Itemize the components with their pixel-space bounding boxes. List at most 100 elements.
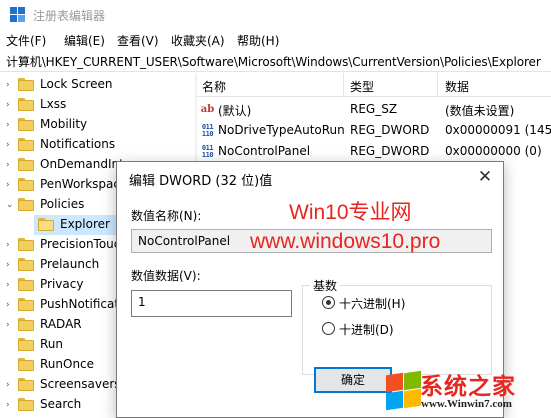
chevron-right-icon[interactable]: › — [6, 79, 16, 91]
value-data-label: 数值数据(V): — [131, 269, 201, 283]
string-value-icon: ab — [200, 104, 215, 115]
chevron-right-icon[interactable]: › — [6, 379, 16, 391]
radio-hex[interactable] — [322, 296, 335, 309]
dword-value-icon: 011 110 — [201, 144, 214, 159]
menu-help[interactable]: 帮助(H) — [237, 32, 279, 49]
folder-icon — [18, 318, 34, 331]
value-row[interactable]: 011 110 NoDriveTypeAutoRun REG_DWORD 0x00000… — [197, 120, 551, 141]
folder-icon — [18, 118, 34, 131]
registry-editor-icon — [10, 7, 26, 23]
tree-item-label: PrecisionTouc — [40, 237, 121, 251]
folder-icon — [18, 398, 34, 411]
folder-icon — [18, 98, 34, 111]
chevron-right-icon[interactable]: › — [6, 239, 16, 251]
value-data-input[interactable]: 1 — [131, 290, 292, 317]
folder-icon — [18, 258, 34, 271]
value-data: 0x00000000 (0) — [445, 144, 542, 158]
tree-item[interactable]: › Lock Screen — [0, 75, 195, 95]
watermark-logo-text: 系统之家 — [420, 374, 516, 400]
folder-icon — [18, 198, 34, 211]
value-data: 0x00000091 (145) — [445, 123, 551, 137]
tree-item-label: Notifications — [40, 137, 116, 151]
folder-icon — [18, 338, 34, 351]
value-type: REG_SZ — [350, 102, 398, 116]
folder-icon — [18, 178, 34, 191]
value-type: REG_DWORD — [350, 123, 430, 137]
radio-hex-label[interactable]: 十六进制(H) — [339, 295, 405, 312]
tree-item-label: PenWorkspac — [40, 177, 121, 191]
tree-item[interactable]: › Notifications — [0, 135, 195, 155]
column-name[interactable]: 名称 — [202, 78, 226, 95]
value-name-label: 数值名称(N): — [131, 209, 202, 223]
address-bar[interactable]: 计算机\HKEY_CURRENT_USER\Software\Microsoft… — [0, 50, 551, 72]
address-path[interactable]: 计算机\HKEY_CURRENT_USER\Software\Microsoft… — [6, 53, 541, 70]
column-divider[interactable] — [343, 73, 344, 97]
watermark-logo: 系统之家 www.Winwin7.com — [384, 366, 551, 418]
column-divider[interactable] — [437, 73, 438, 97]
tree-item-label: RADAR — [40, 317, 82, 331]
folder-icon — [18, 238, 34, 251]
tree-item-label: Privacy — [40, 277, 84, 291]
folder-icon — [18, 158, 34, 171]
tree-item-label: Explorer — [60, 217, 110, 231]
folder-icon — [18, 378, 34, 391]
chevron-right-icon[interactable]: › — [6, 319, 16, 331]
watermark-text: Win10专业网 — [289, 201, 412, 224]
window-title: 注册表编辑器 — [33, 9, 106, 23]
value-row[interactable]: ab (默认) REG_SZ (数值未设置) — [197, 99, 551, 120]
menu-favorites[interactable]: 收藏夹(A) — [171, 32, 225, 49]
tree-item-label: Mobility — [40, 117, 88, 131]
windows-logo-icon — [384, 370, 424, 411]
close-icon[interactable]: ✕ — [472, 165, 498, 189]
tree-item-label: PushNotificati — [40, 297, 123, 311]
folder-icon — [18, 358, 34, 371]
tree-item-label: Lxss — [40, 97, 67, 111]
tree-item[interactable]: › Lxss — [0, 95, 195, 115]
radio-dec[interactable] — [322, 322, 335, 335]
tree-item-label: Run — [40, 337, 64, 351]
dialog-title: 编辑 DWORD (32 位)值 — [129, 174, 273, 189]
chevron-right-icon[interactable]: › — [6, 179, 16, 191]
folder-icon — [18, 298, 34, 311]
watermark-url: www.windows10.pro — [250, 230, 441, 253]
value-name: NoDriveTypeAutoRun — [218, 123, 345, 137]
tree-item-label: Search — [40, 397, 82, 411]
folder-icon — [18, 138, 34, 151]
watermark-logo-url: www.Winwin7.com — [421, 398, 512, 410]
chevron-right-icon[interactable]: › — [6, 399, 16, 411]
chevron-right-icon[interactable]: › — [6, 159, 16, 171]
menu-file[interactable]: 文件(F) — [6, 32, 46, 49]
chevron-right-icon[interactable]: › — [6, 99, 16, 111]
menu-bar: 文件(F) 编辑(E) 查看(V) 收藏夹(A) 帮助(H) — [0, 30, 551, 50]
chevron-right-icon[interactable]: › — [6, 139, 16, 151]
column-type[interactable]: 类型 — [350, 78, 374, 95]
list-header: 名称 类型 数据 — [197, 73, 551, 97]
dword-value-icon: 011 110 — [201, 123, 214, 138]
ok-button[interactable]: 确定 — [314, 367, 392, 393]
folder-icon — [38, 218, 54, 231]
chevron-right-icon[interactable]: › — [6, 299, 16, 311]
chevron-right-icon[interactable]: › — [6, 259, 16, 271]
chevron-right-icon[interactable]: › — [6, 279, 16, 291]
value-row[interactable]: 011 110 NoControlPanel REG_DWORD 0x00000000 … — [197, 141, 551, 162]
tree-item-label: Screensavers — [40, 377, 121, 391]
menu-view[interactable]: 查看(V) — [117, 32, 159, 49]
value-name: (默认) — [218, 104, 252, 118]
tree-item[interactable]: › Mobility — [0, 115, 195, 135]
tree-item-label: Policies — [40, 197, 85, 211]
title-bar: 注册表编辑器 — [0, 0, 551, 30]
radio-dec-label[interactable]: 十进制(D) — [339, 321, 394, 338]
chevron-right-icon[interactable]: › — [6, 119, 16, 131]
value-name: NoControlPanel — [218, 144, 311, 158]
value-type: REG_DWORD — [350, 144, 430, 158]
tree-item-label: Prelaunch — [40, 257, 100, 271]
tree-item-label: Lock Screen — [40, 77, 113, 91]
chevron-down-icon[interactable]: ⌄ — [6, 199, 16, 211]
value-data: (数值未设置) — [445, 104, 515, 118]
folder-icon — [18, 278, 34, 291]
folder-icon — [18, 78, 34, 91]
column-data[interactable]: 数据 — [445, 78, 469, 95]
menu-edit[interactable]: 编辑(E) — [64, 32, 105, 49]
base-label: 基数 — [310, 277, 341, 294]
tree-item-label: RunOnce — [40, 357, 95, 371]
